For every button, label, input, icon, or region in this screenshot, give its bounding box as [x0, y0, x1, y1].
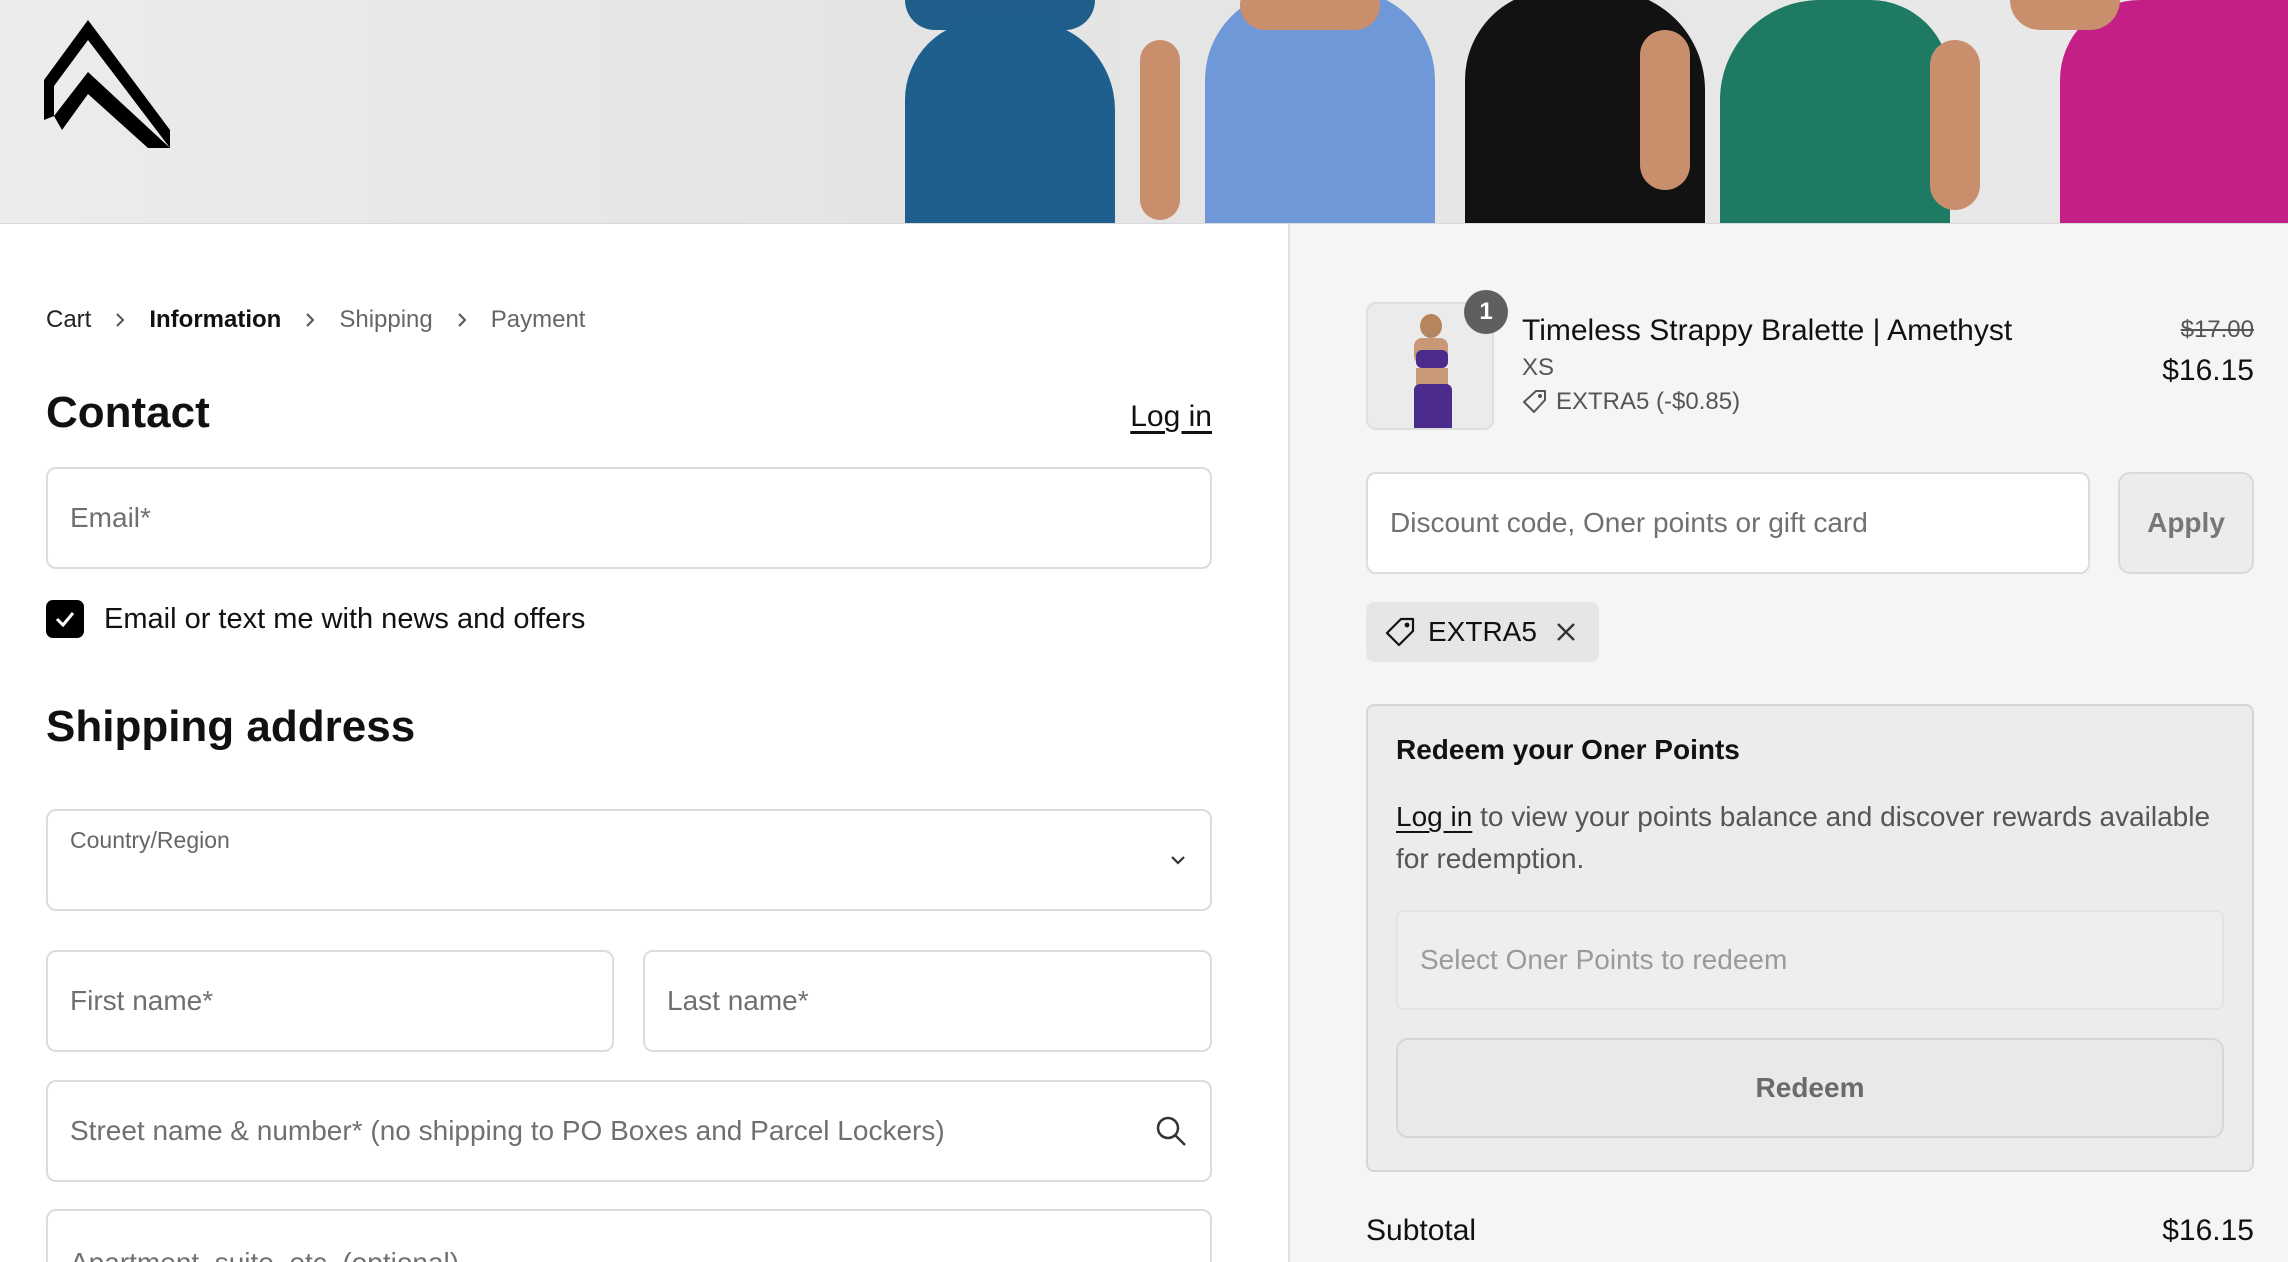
- apply-button[interactable]: Apply: [2118, 472, 2254, 574]
- checkmark-icon: [55, 612, 75, 628]
- checkout-form-panel: Cart Information Shipping Payment Contac…: [0, 224, 1288, 1262]
- close-icon[interactable]: [1555, 621, 1577, 643]
- applied-discount-chip: EXTRA5: [1366, 602, 1599, 662]
- points-select[interactable]: Select Oner Points to redeem: [1396, 910, 2224, 1010]
- subtotal-value: $16.15: [2162, 1214, 2254, 1247]
- discount-placeholder: Discount code, Oner points or gift card: [1390, 507, 1868, 538]
- redeem-title: Redeem your Oner Points: [1396, 734, 1740, 765]
- discount-code-input[interactable]: Discount code, Oner points or gift card: [1366, 472, 2090, 574]
- last-name-placeholder: Last name*: [667, 985, 809, 1016]
- email-field[interactable]: Email*: [46, 467, 1212, 569]
- breadcrumb-payment: Payment: [490, 306, 586, 333]
- original-price: $17.00: [2180, 316, 2254, 343]
- quantity-badge: 1: [1464, 290, 1508, 334]
- last-name-field[interactable]: Last name*: [643, 950, 1212, 1052]
- redeem-description-text: to view your points balance and discover…: [1396, 801, 2211, 874]
- search-icon[interactable]: [1154, 1114, 1188, 1148]
- breadcrumb-information: Information: [149, 306, 282, 333]
- product-variant: XS: [1522, 354, 1555, 381]
- product-discount: EXTRA5 (-$0.85): [1522, 388, 1740, 416]
- product-title: Timeless Strappy Bralette | Amethyst: [1522, 314, 2013, 347]
- login-link[interactable]: Log in: [1130, 400, 1212, 434]
- country-label: Country/Region: [70, 827, 230, 853]
- apartment-placeholder: Apartment, suite, etc. (optional): [70, 1247, 459, 1262]
- street-field[interactable]: Street name & number* (no shipping to PO…: [46, 1080, 1212, 1182]
- contact-heading: Contact: [46, 388, 210, 437]
- first-name-placeholder: First name*: [70, 985, 214, 1016]
- chevron-right-icon: [306, 313, 315, 327]
- shipping-heading: Shipping address: [46, 702, 416, 751]
- final-price: $16.15: [2162, 354, 2254, 387]
- breadcrumb-cart[interactable]: Cart: [46, 306, 91, 334]
- product-discount-text: EXTRA5 (-$0.85): [1556, 388, 1741, 415]
- country-select[interactable]: Country/Region: [46, 809, 1212, 911]
- order-summary-panel: 1 Timeless Strappy Bralette | Amethyst X…: [1290, 224, 2288, 1262]
- newsletter-checkbox[interactable]: [46, 600, 84, 638]
- breadcrumb: Cart Information Shipping Payment: [46, 306, 585, 334]
- redeem-points-panel: Redeem your Oner Points Log in to view y…: [1366, 704, 2254, 1172]
- tag-icon: [1523, 390, 1546, 413]
- product-thumbnail: 1: [1366, 290, 1508, 430]
- redeem-login-link[interactable]: Log in: [1396, 801, 1472, 832]
- subtotal-label: Subtotal: [1366, 1214, 1477, 1247]
- redeem-button[interactable]: Redeem: [1396, 1038, 2224, 1138]
- newsletter-option[interactable]: Email or text me with news and offers: [46, 600, 585, 638]
- tag-icon: [1385, 617, 1415, 647]
- applied-discount-code: EXTRA5: [1428, 616, 1537, 647]
- brand-logo-icon[interactable]: [44, 20, 170, 148]
- chevron-right-icon: [458, 313, 467, 327]
- chevron-down-icon: [1171, 856, 1185, 865]
- street-placeholder: Street name & number* (no shipping to PO…: [70, 1115, 945, 1146]
- email-placeholder: Email*: [70, 502, 151, 533]
- first-name-field[interactable]: First name*: [46, 950, 614, 1052]
- header-banner: [0, 0, 2288, 224]
- breadcrumb-shipping: Shipping: [339, 306, 433, 333]
- chevron-right-icon: [116, 313, 125, 327]
- apartment-field[interactable]: Apartment, suite, etc. (optional): [46, 1209, 1212, 1262]
- points-select-placeholder: Select Oner Points to redeem: [1420, 944, 1788, 975]
- newsletter-label: Email or text me with news and offers: [104, 602, 586, 635]
- redeem-description: Log in to view your points balance and d…: [1396, 796, 2236, 880]
